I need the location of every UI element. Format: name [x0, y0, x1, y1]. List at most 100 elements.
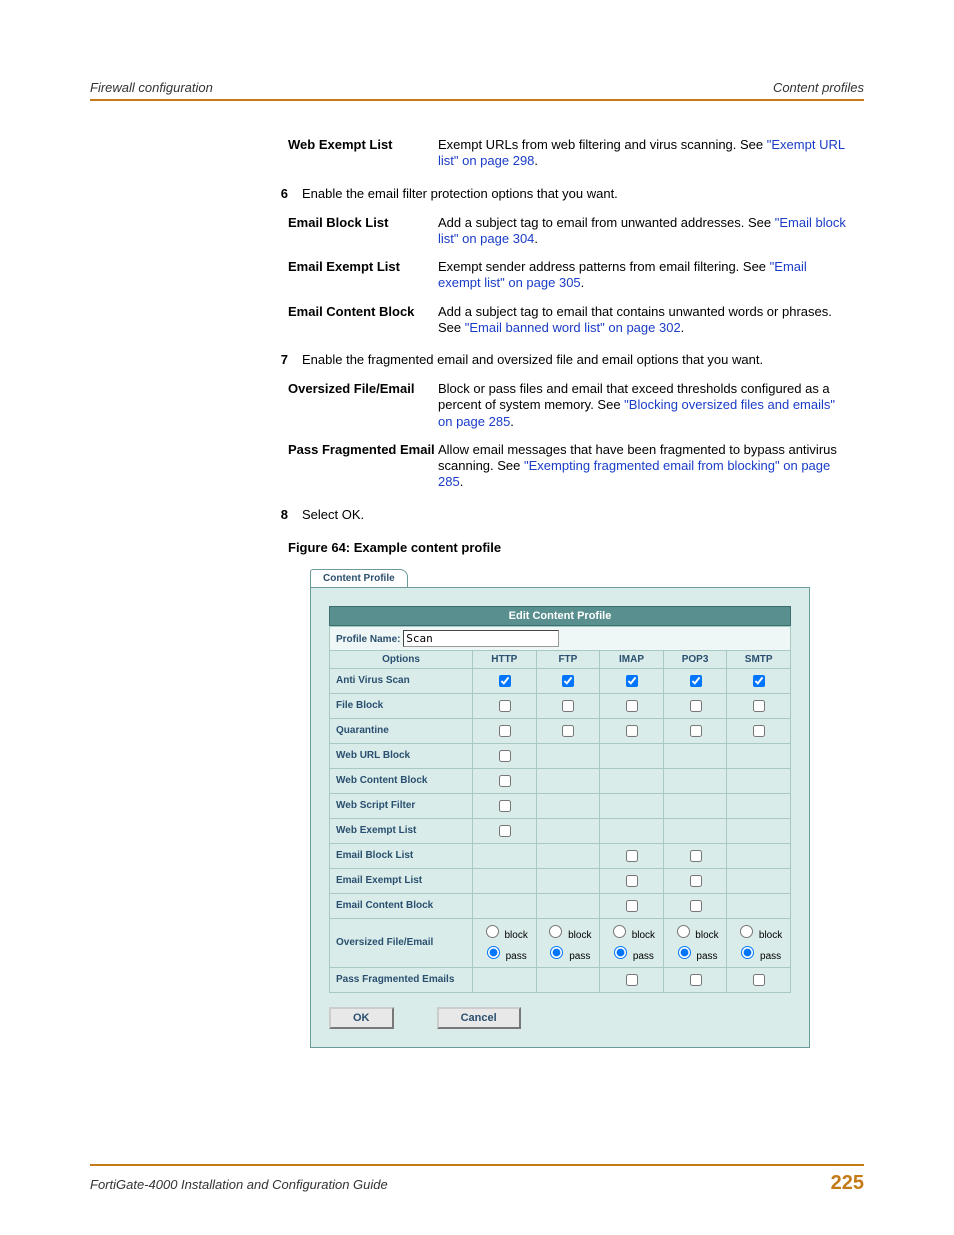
row-email-content-block: Email Content Block	[330, 893, 473, 918]
fblock-smtp-checkbox[interactable]	[753, 700, 765, 712]
econt-pop3-checkbox[interactable]	[690, 900, 702, 912]
empty-cell	[663, 793, 727, 818]
tab-content-profile[interactable]: Content Profile	[310, 569, 408, 587]
row-web-script-filter: Web Script Filter	[330, 793, 473, 818]
econt-imap-checkbox[interactable]	[626, 900, 638, 912]
def-text: Block or pass files and email that excee…	[438, 375, 848, 436]
overs-http-pass-radio[interactable]	[487, 946, 500, 959]
def-text: Add a subject tag to email that contains…	[438, 298, 848, 343]
wexempt-http-checkbox[interactable]	[499, 825, 511, 837]
col-ftp: FTP	[536, 650, 600, 668]
overs-pop3-block-radio[interactable]	[677, 925, 690, 938]
empty-cell	[473, 868, 537, 893]
wurl-http-checkbox[interactable]	[499, 750, 511, 762]
empty-cell	[600, 793, 664, 818]
definition-block: Web Exempt List Exempt URLs from web fil…	[288, 131, 848, 176]
col-options: Options	[330, 650, 473, 668]
overs-imap-cell: block pass	[600, 918, 664, 967]
step-text: Enable the fragmented email and oversize…	[302, 352, 864, 367]
empty-cell	[536, 818, 600, 843]
def-text: Exempt sender address patterns from emai…	[438, 253, 848, 298]
quar-pop3-checkbox[interactable]	[690, 725, 702, 737]
fblock-imap-checkbox[interactable]	[626, 700, 638, 712]
empty-cell	[473, 967, 537, 992]
col-imap: IMAP	[600, 650, 664, 668]
wcont-http-checkbox[interactable]	[499, 775, 511, 787]
quar-imap-checkbox[interactable]	[626, 725, 638, 737]
row-web-exempt-list: Web Exempt List	[330, 818, 473, 843]
eexempt-pop3-checkbox[interactable]	[690, 875, 702, 887]
pfrag-pop3-checkbox[interactable]	[690, 974, 702, 986]
cancel-button[interactable]: Cancel	[437, 1007, 521, 1029]
def-label: Email Content Block	[288, 298, 438, 343]
avscan-imap-checkbox[interactable]	[626, 675, 638, 687]
ok-button[interactable]: OK	[329, 1007, 394, 1029]
empty-cell	[727, 793, 791, 818]
header-right: Content profiles	[773, 80, 864, 95]
overs-smtp-block-radio[interactable]	[740, 925, 753, 938]
content-profile-screenshot: Content Profile Edit Content Profile Pro…	[310, 569, 810, 1048]
empty-cell	[600, 768, 664, 793]
step-text: Enable the email filter protection optio…	[302, 186, 864, 201]
empty-cell	[600, 818, 664, 843]
def-text: Exempt URLs from web filtering and virus…	[438, 131, 848, 176]
row-quarantine: Quarantine	[330, 718, 473, 743]
profile-name-input[interactable]	[403, 630, 559, 647]
link-email-banned-word-list[interactable]: "Email banned word list" on page 302	[465, 320, 681, 335]
overs-imap-block-radio[interactable]	[613, 925, 626, 938]
def-label: Pass Fragmented Email	[288, 436, 438, 497]
panel-title: Edit Content Profile	[329, 606, 791, 626]
overs-pop3-pass-radio[interactable]	[678, 946, 691, 959]
row-oversized-file-email: Oversized File/Email	[330, 918, 473, 967]
empty-cell	[600, 743, 664, 768]
def-label: Web Exempt List	[288, 131, 438, 176]
button-row: OK Cancel	[329, 1007, 791, 1029]
empty-cell	[727, 868, 791, 893]
empty-cell	[663, 743, 727, 768]
quar-http-checkbox[interactable]	[499, 725, 511, 737]
wscript-http-checkbox[interactable]	[499, 800, 511, 812]
def-label: Email Block List	[288, 209, 438, 254]
overs-smtp-cell: block pass	[727, 918, 791, 967]
empty-cell	[727, 743, 791, 768]
overs-smtp-pass-radio[interactable]	[741, 946, 754, 959]
fblock-pop3-checkbox[interactable]	[690, 700, 702, 712]
eblock-pop3-checkbox[interactable]	[690, 850, 702, 862]
overs-ftp-pass-radio[interactable]	[550, 946, 563, 959]
page-header: Firewall configuration Content profiles	[90, 80, 864, 99]
eblock-imap-checkbox[interactable]	[626, 850, 638, 862]
quar-ftp-checkbox[interactable]	[562, 725, 574, 737]
fblock-http-checkbox[interactable]	[499, 700, 511, 712]
avscan-http-checkbox[interactable]	[499, 675, 511, 687]
empty-cell	[536, 843, 600, 868]
page-footer: FortiGate-4000 Installation and Configur…	[90, 1164, 864, 1195]
avscan-ftp-checkbox[interactable]	[562, 675, 574, 687]
fblock-ftp-checkbox[interactable]	[562, 700, 574, 712]
def-label: Email Exempt List	[288, 253, 438, 298]
pfrag-smtp-checkbox[interactable]	[753, 974, 765, 986]
overs-ftp-block-radio[interactable]	[549, 925, 562, 938]
step-6: 6 Enable the email filter protection opt…	[260, 186, 864, 201]
avscan-smtp-checkbox[interactable]	[753, 675, 765, 687]
avscan-pop3-checkbox[interactable]	[690, 675, 702, 687]
empty-cell	[727, 893, 791, 918]
empty-cell	[536, 743, 600, 768]
profile-name-cell: Profile Name:	[330, 626, 791, 650]
def-text: Allow email messages that have been frag…	[438, 436, 848, 497]
overs-imap-pass-radio[interactable]	[614, 946, 627, 959]
row-web-url-block: Web URL Block	[330, 743, 473, 768]
row-email-block-list: Email Block List	[330, 843, 473, 868]
pfrag-imap-checkbox[interactable]	[626, 974, 638, 986]
header-left: Firewall configuration	[90, 80, 213, 95]
row-email-exempt-list: Email Exempt List	[330, 868, 473, 893]
empty-cell	[536, 793, 600, 818]
col-http: HTTP	[473, 650, 537, 668]
row-pass-fragmented-emails: Pass Fragmented Emails	[330, 967, 473, 992]
eexempt-imap-checkbox[interactable]	[626, 875, 638, 887]
empty-cell	[727, 818, 791, 843]
footer-title: FortiGate-4000 Installation and Configur…	[90, 1177, 388, 1192]
quar-smtp-checkbox[interactable]	[753, 725, 765, 737]
overs-http-block-radio[interactable]	[486, 925, 499, 938]
def-label: Oversized File/Email	[288, 375, 438, 436]
empty-cell	[536, 967, 600, 992]
